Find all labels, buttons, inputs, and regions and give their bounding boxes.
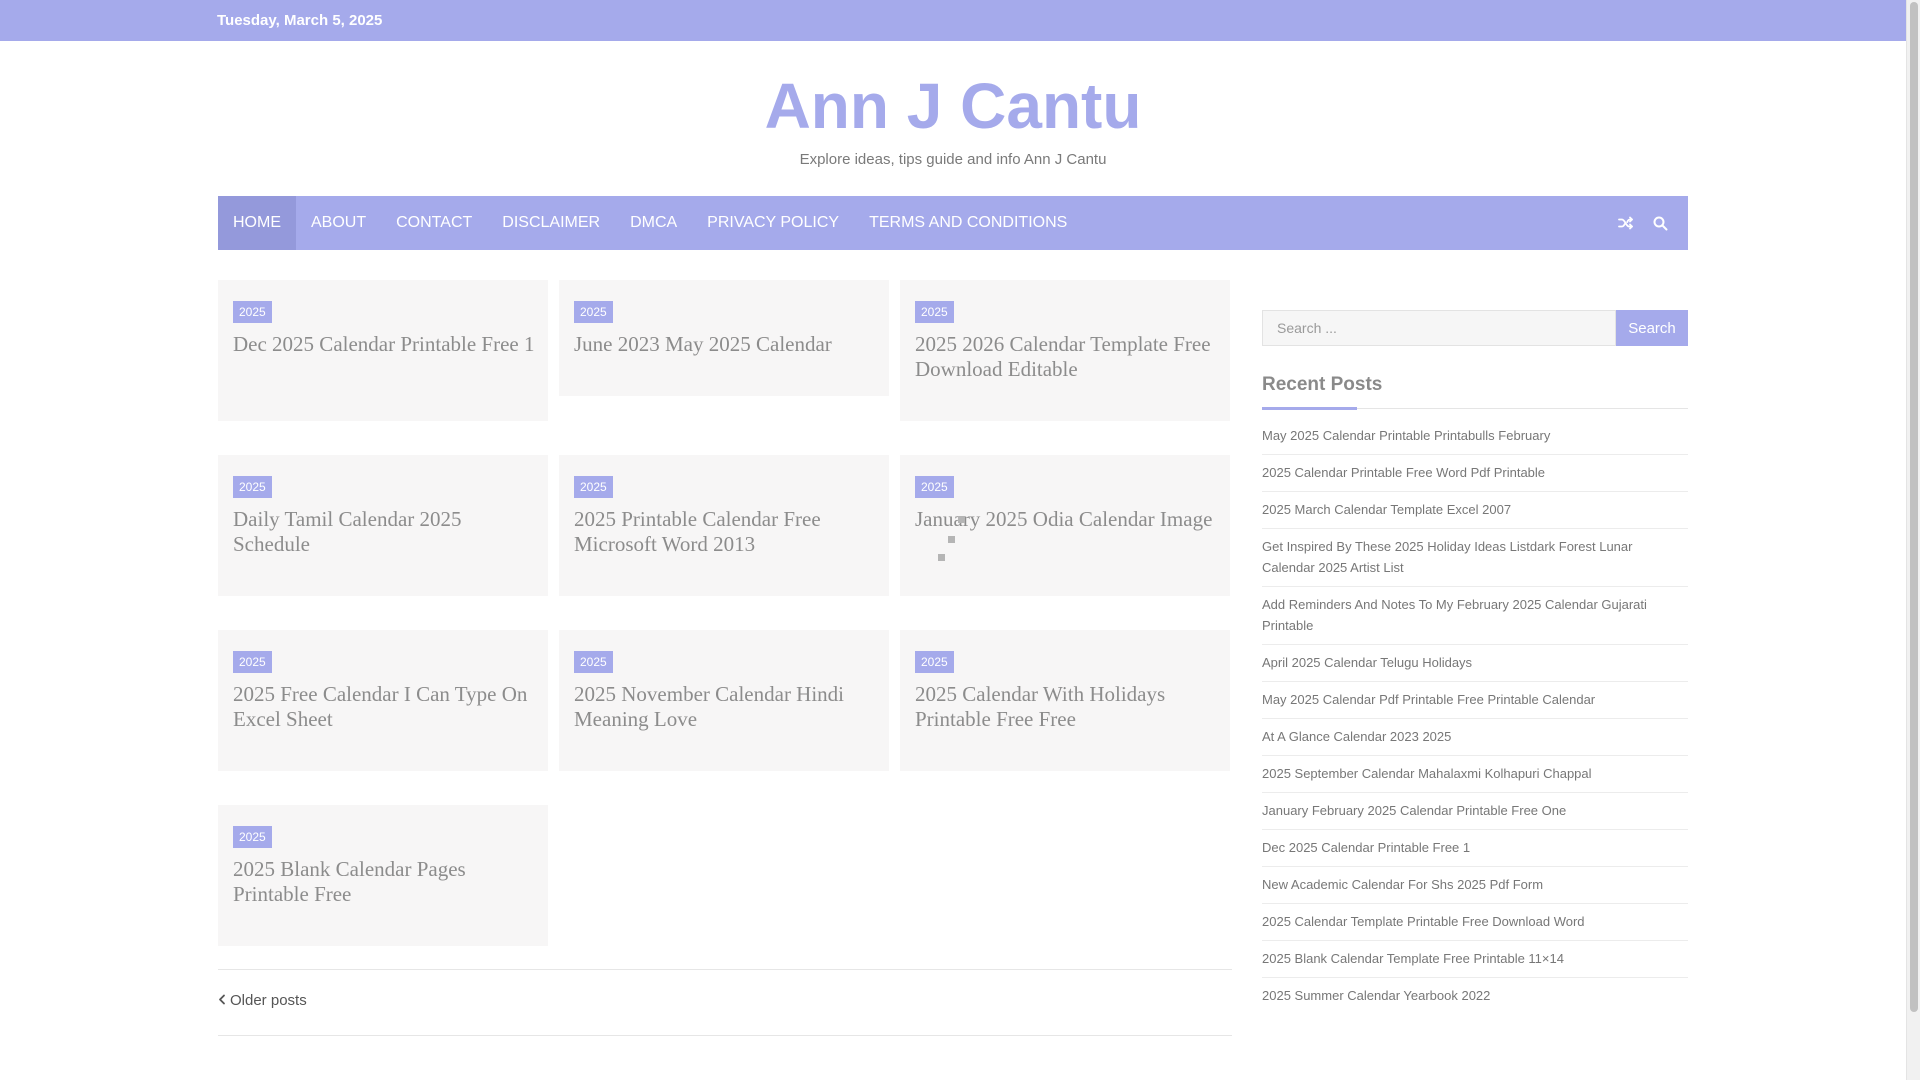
site-branding: Ann J Cantu Explore ideas, tips guide an… [0,66,1906,168]
site-description: Explore ideas, tips guide and info Ann J… [799,151,1107,168]
widget-title-accent [1262,407,1357,410]
main-navigation: HOME ABOUT CONTACT DISCLAIMER DMCA PRIVA… [218,196,1688,250]
category-badge[interactable]: 2025 [574,301,613,323]
category-badge[interactable]: 2025 [574,476,613,498]
post-title[interactable]: Dec 2025 Calendar Printable Free 1 [233,332,538,357]
scrollbar-thumb[interactable] [1910,2,1918,1012]
category-badge[interactable]: 2025 [233,301,272,323]
pagination-divider-top [218,969,1232,970]
recent-post-link[interactable]: April 2025 Calendar Telugu Holidays [1262,645,1688,682]
post-title[interactable]: 2025 Calendar With Holidays Printable Fr… [915,682,1220,732]
nav-item-privacy-policy[interactable]: PRIVACY POLICY [692,196,854,250]
post-title[interactable]: 2025 2026 Calendar Template Free Downloa… [915,332,1220,382]
shuffle-icon[interactable] [1608,196,1643,250]
pagination-divider-bottom [218,1035,1232,1036]
post-title[interactable]: 2025 Printable Calendar Free Microsoft W… [574,507,879,557]
category-badge[interactable]: 2025 [915,651,954,673]
category-badge[interactable]: 2025 [915,301,954,323]
recent-post-link[interactable]: 2025 March Calendar Template Excel 2007 [1262,492,1688,529]
post-card: 2025 2025 Printable Calendar Free Micros… [559,455,889,596]
post-card: 2025 2025 Free Calendar I Can Type On Ex… [218,630,548,771]
post-title[interactable]: 2025 November Calendar Hindi Meaning Lov… [574,682,879,732]
nav-item-terms[interactable]: TERMS AND CONDITIONS [854,196,1082,250]
recent-post-link[interactable]: 2025 Calendar Printable Free Word Pdf Pr… [1262,455,1688,492]
recent-post-link[interactable]: Get Inspired By These 2025 Holiday Ideas… [1262,529,1688,587]
category-badge[interactable]: 2025 [233,826,272,848]
recent-posts-list: May 2025 Calendar Printable Printabulls … [1262,418,1688,1014]
post-card: 2025 June 2023 May 2025 Calendar [559,280,889,396]
nav-item-disclaimer[interactable]: DISCLAIMER [487,196,615,250]
nav-menu: HOME ABOUT CONTACT DISCLAIMER DMCA PRIVA… [218,196,1082,250]
post-card: 2025 2025 2026 Calendar Template Free Do… [900,280,1230,421]
recent-post-link[interactable]: May 2025 Calendar Pdf Printable Free Pri… [1262,682,1688,719]
category-badge[interactable]: 2025 [574,651,613,673]
loading-indicator [936,516,966,562]
recent-post-link[interactable]: 2025 Blank Calendar Template Free Printa… [1262,941,1688,978]
nav-item-dmca[interactable]: DMCA [615,196,692,250]
recent-post-link[interactable]: 2025 Calendar Template Printable Free Do… [1262,904,1688,941]
post-title[interactable]: 2025 Blank Calendar Pages Printable Free [233,857,538,907]
sidebar-search-form: Search [1262,310,1688,346]
recent-post-link[interactable]: Dec 2025 Calendar Printable Free 1 [1262,830,1688,867]
recent-post-link[interactable]: At A Glance Calendar 2023 2025 [1262,719,1688,756]
post-card: 2025 2025 November Calendar Hindi Meanin… [559,630,889,771]
older-posts-link[interactable]: Older posts [218,992,307,1009]
post-card: 2025 Daily Tamil Calendar 2025 Schedule [218,455,548,596]
recent-posts-heading: Recent Posts [1262,374,1383,395]
post-card: 2025 2025 Calendar With Holidays Printab… [900,630,1230,771]
recent-post-link[interactable]: 2025 Summer Calendar Yearbook 2022 [1262,978,1688,1014]
nav-item-about[interactable]: ABOUT [296,196,381,250]
nav-item-home[interactable]: HOME [218,196,296,250]
recent-post-link[interactable]: January February 2025 Calendar Printable… [1262,793,1688,830]
category-badge[interactable]: 2025 [915,476,954,498]
post-title[interactable]: Daily Tamil Calendar 2025 Schedule [233,507,538,557]
top-bar: Tuesday, March 5, 2025 [0,0,1906,41]
search-input[interactable] [1262,310,1616,346]
post-title[interactable]: June 2023 May 2025 Calendar [574,332,879,357]
older-posts-label: Older posts [230,992,307,1009]
post-card: 2025 2025 Blank Calendar Pages Printable… [218,805,548,946]
category-badge[interactable]: 2025 [233,651,272,673]
recent-post-link[interactable]: May 2025 Calendar Printable Printabulls … [1262,418,1688,455]
recent-post-link[interactable]: Add Reminders And Notes To My February 2… [1262,587,1688,645]
page-scrollbar[interactable] [1906,0,1920,1080]
category-badge[interactable]: 2025 [233,476,272,498]
current-date: Tuesday, March 5, 2025 [217,12,383,29]
nav-item-contact[interactable]: CONTACT [381,196,487,250]
search-icon[interactable] [1643,196,1678,250]
recent-post-link[interactable]: New Academic Calendar For Shs 2025 Pdf F… [1262,867,1688,904]
post-title[interactable]: 2025 Free Calendar I Can Type On Excel S… [233,682,538,732]
nav-icons [1608,196,1678,250]
post-card: 2025 Dec 2025 Calendar Printable Free 1 [218,280,548,421]
search-button[interactable]: Search [1616,310,1688,346]
site-title[interactable]: Ann J Cantu [0,66,1906,146]
chevron-left-icon [218,992,226,1009]
recent-post-link[interactable]: 2025 September Calendar Mahalaxmi Kolhap… [1262,756,1688,793]
